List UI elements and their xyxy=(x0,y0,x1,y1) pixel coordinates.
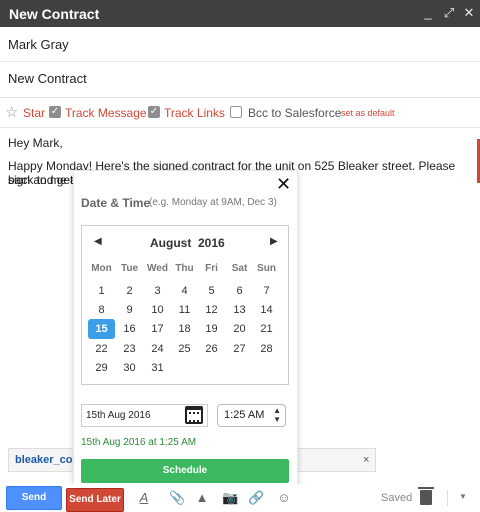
calendar-day[interactable]: 18 xyxy=(171,319,198,339)
close-icon[interactable]: ✕ xyxy=(461,3,477,23)
calendar-day[interactable]: 20 xyxy=(226,319,253,339)
send-later-button[interactable]: Send Later xyxy=(66,488,124,512)
calendar-day[interactable]: 19 xyxy=(198,319,225,339)
calendar-day[interactable]: 7 xyxy=(253,281,280,301)
send-button[interactable]: Send xyxy=(6,486,62,510)
calendar-icon[interactable] xyxy=(185,406,203,424)
popout-icon[interactable]: ⤢ xyxy=(441,3,457,23)
subject-field[interactable]: New Contract xyxy=(0,62,480,98)
calendar-day[interactable]: 13 xyxy=(226,300,253,320)
calendar-day[interactable]: 10 xyxy=(144,300,171,320)
track-message-checkbox[interactable]: ✓ xyxy=(49,106,61,118)
calendar-day[interactable]: 31 xyxy=(144,358,171,378)
date-time-hint: (e.g. Monday at 9AM, Dec 3) xyxy=(149,197,277,208)
calendar-day[interactable]: 4 xyxy=(171,281,198,301)
compose-toolbar: Send Send Later A 📎 ▲ 📷 🔗 ☺ Saved ▼ xyxy=(0,484,480,512)
formatting-icon[interactable]: A xyxy=(136,490,152,506)
remove-attachment-icon[interactable]: × xyxy=(363,454,369,466)
updown-arrows-icon: ▲ ▼ xyxy=(273,406,281,424)
prev-month-icon[interactable]: ◀ xyxy=(94,236,102,247)
body-greeting: Hey Mark, xyxy=(8,136,63,150)
calendar-day[interactable]: 2 xyxy=(116,281,143,301)
calendar-day[interactable]: 25 xyxy=(171,339,198,359)
calendar-day[interactable]: 8 xyxy=(88,300,115,320)
calendar-day[interactable]: 29 xyxy=(88,358,115,378)
calendar-month: August 2016 xyxy=(150,236,225,250)
weekday-label: Sun xyxy=(257,263,276,274)
calendar-day[interactable]: 5 xyxy=(198,281,225,301)
next-month-icon[interactable]: ▶ xyxy=(270,236,278,247)
weekday-label: Wed xyxy=(147,263,168,274)
set-default-link[interactable]: set as default xyxy=(341,108,395,118)
weekday-label: Thu xyxy=(175,263,194,274)
calendar-day[interactable]: 28 xyxy=(253,339,280,359)
calendar-day[interactable]: 11 xyxy=(171,300,198,320)
schedule-summary: 15th Aug 2016 at 1:25 AM xyxy=(81,437,197,448)
attachment-name[interactable]: bleaker_cor xyxy=(15,454,77,466)
calendar-day-selected[interactable]: 15 xyxy=(88,319,115,339)
subject-value[interactable]: New Contract xyxy=(8,71,87,86)
calendar-day[interactable]: 3 xyxy=(144,281,171,301)
bcc-salesforce-checkbox[interactable] xyxy=(230,106,242,118)
track-message-label[interactable]: Track Message xyxy=(65,106,147,120)
toolbar-divider xyxy=(447,490,448,506)
saved-status: Saved xyxy=(381,492,413,504)
calendar-day[interactable]: 6 xyxy=(226,281,253,301)
weekday-label: Mon xyxy=(91,263,112,274)
bcc-salesforce-label[interactable]: Bcc to Salesforce xyxy=(248,106,341,120)
time-select[interactable]: 1:25 AM ▲ ▼ xyxy=(217,404,286,427)
calendar-day[interactable]: 14 xyxy=(253,300,280,320)
weekday-label: Fri xyxy=(205,263,218,274)
calendar-day[interactable]: 30 xyxy=(116,358,143,378)
drive-icon[interactable]: ▲ xyxy=(194,490,210,506)
calendar-day[interactable]: 24 xyxy=(144,339,171,359)
schedule-button[interactable]: Schedule xyxy=(81,459,289,483)
star-label[interactable]: Star xyxy=(23,106,45,120)
minimize-icon[interactable]: _ xyxy=(420,3,436,23)
tracking-options-bar: ☆ Star ✓ Track Message ✓ Track Links Bcc… xyxy=(0,98,480,128)
close-popup-icon[interactable]: ✕ xyxy=(276,174,291,194)
to-recipient[interactable]: Mark Gray xyxy=(8,37,69,52)
more-options-icon[interactable]: ▼ xyxy=(459,492,467,501)
track-links-checkbox[interactable]: ✓ xyxy=(148,106,160,118)
calendar-day[interactable]: 22 xyxy=(88,339,115,359)
weekday-label: Sat xyxy=(231,263,248,274)
calendar-day[interactable]: 23 xyxy=(116,339,143,359)
compose-titlebar: New Contract _ ⤢ ✕ xyxy=(0,0,480,27)
calendar-day[interactable]: 17 xyxy=(144,319,171,339)
weekday-label: Tue xyxy=(120,263,139,274)
calendar-day[interactable]: 16 xyxy=(116,319,143,339)
year: 2016 xyxy=(198,236,225,250)
calendar-day[interactable]: 27 xyxy=(226,339,253,359)
time-value: 1:25 AM xyxy=(224,409,265,421)
calendar: ◀ August 2016 ▶ Mon Tue Wed Thu Fri Sat Sun 1 2 3… xyxy=(81,225,289,385)
emoji-icon[interactable]: ☺ xyxy=(276,490,292,506)
to-field[interactable]: Mark Gray xyxy=(0,27,480,62)
star-icon[interactable]: ☆ xyxy=(5,103,18,121)
attach-file-icon[interactable]: 📎 xyxy=(169,490,185,506)
window-title: New Contract xyxy=(9,6,100,22)
insert-photo-icon[interactable]: 📷 xyxy=(222,490,238,506)
insert-link-icon[interactable]: 🔗 xyxy=(248,490,264,506)
track-links-label[interactable]: Track Links xyxy=(164,106,225,120)
calendar-day[interactable]: 9 xyxy=(116,300,143,320)
body-line-2: back to me as xyxy=(8,173,83,187)
calendar-day[interactable]: 1 xyxy=(88,281,115,301)
discard-draft-icon[interactable] xyxy=(418,487,434,505)
month-name: August xyxy=(150,236,192,250)
calendar-day[interactable]: 26 xyxy=(198,339,225,359)
date-time-label: Date & Time xyxy=(81,196,151,210)
calendar-day[interactable]: 21 xyxy=(253,319,280,339)
calendar-day[interactable]: 12 xyxy=(198,300,225,320)
